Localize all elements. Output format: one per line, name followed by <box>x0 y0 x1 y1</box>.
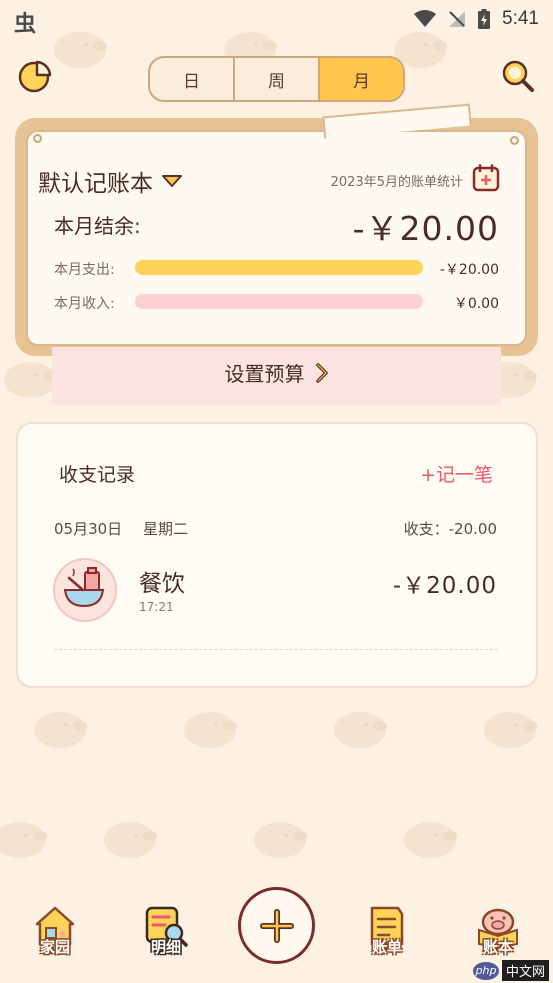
pin-decoration <box>510 136 519 145</box>
zigzag-edge <box>52 397 501 407</box>
day-weekday: 星期二 <box>143 520 189 538</box>
divider <box>54 649 498 650</box>
nav-label-book: 账本 <box>482 938 513 956</box>
day-summary: 收支：-20.00 <box>403 520 497 538</box>
add-record-button[interactable]: +记一笔 <box>420 460 493 487</box>
status-bar: 虫 5:41 <box>0 0 553 40</box>
period-switch: 日 周 月 <box>148 56 405 102</box>
balance-label: 本月结余: <box>54 214 141 238</box>
tab-month[interactable]: 月 <box>320 58 403 100</box>
top-bar: 日 周 月 <box>0 54 553 102</box>
watermark: php 中文网 <box>472 960 549 981</box>
period-stat-label: 2023年5月的账单统计 <box>330 175 463 190</box>
entry-category: 餐饮 <box>139 571 185 597</box>
entry-time: 17:21 <box>139 600 174 614</box>
nav-item-detail[interactable]: 明细 <box>131 904 201 957</box>
nav-item-home[interactable]: 家园 <box>20 904 90 957</box>
plus-icon <box>259 908 294 943</box>
records-title: 收支记录 <box>59 464 136 486</box>
pin-decoration <box>33 134 42 143</box>
nav-label-bill: 账单 <box>371 938 402 956</box>
expense-value: -￥20.00 <box>439 262 499 278</box>
nav-label-detail: 明细 <box>150 938 181 956</box>
add-entry-button[interactable] <box>238 887 315 964</box>
app-notification-icon: 虫 <box>14 12 37 37</box>
set-budget-label: 设置预算 <box>224 362 305 386</box>
set-budget-button[interactable]: 设置预算 <box>0 358 553 387</box>
signal-off-icon <box>449 11 466 27</box>
battery-charging-icon <box>478 9 491 29</box>
nav-item-book[interactable]: 账本 <box>463 904 533 957</box>
chevron-down-icon <box>162 175 182 187</box>
nav-item-bill[interactable]: 账单 <box>352 904 422 957</box>
income-label: 本月收入: <box>54 296 115 312</box>
chevron-right-icon <box>315 362 328 383</box>
entry-amount: -￥20.00 <box>392 573 497 599</box>
calendar-icon[interactable] <box>472 164 500 192</box>
wifi-icon <box>414 10 437 27</box>
pie-chart-icon[interactable] <box>17 58 53 94</box>
watermark-logo: php <box>472 961 499 980</box>
book-name: 默认记账本 <box>38 171 153 197</box>
expense-bar <box>135 260 423 275</box>
balance-value: -￥20.00 <box>352 209 499 248</box>
clock-time: 5:41 <box>502 8 539 29</box>
expense-label: 本月支出: <box>54 262 115 278</box>
watermark-text: 中文网 <box>501 960 549 981</box>
tab-day[interactable]: 日 <box>150 58 235 100</box>
book-selector[interactable]: 默认记账本 <box>38 164 183 198</box>
food-bowl-icon[interactable] <box>53 558 117 622</box>
nav-label-home: 家园 <box>39 938 70 956</box>
status-icons: 5:41 <box>414 8 539 30</box>
search-icon[interactable] <box>500 58 536 94</box>
income-value: ￥0.00 <box>453 296 499 312</box>
income-bar <box>135 294 423 309</box>
tab-week[interactable]: 周 <box>235 58 320 100</box>
day-date: 05月30日 <box>54 520 123 538</box>
